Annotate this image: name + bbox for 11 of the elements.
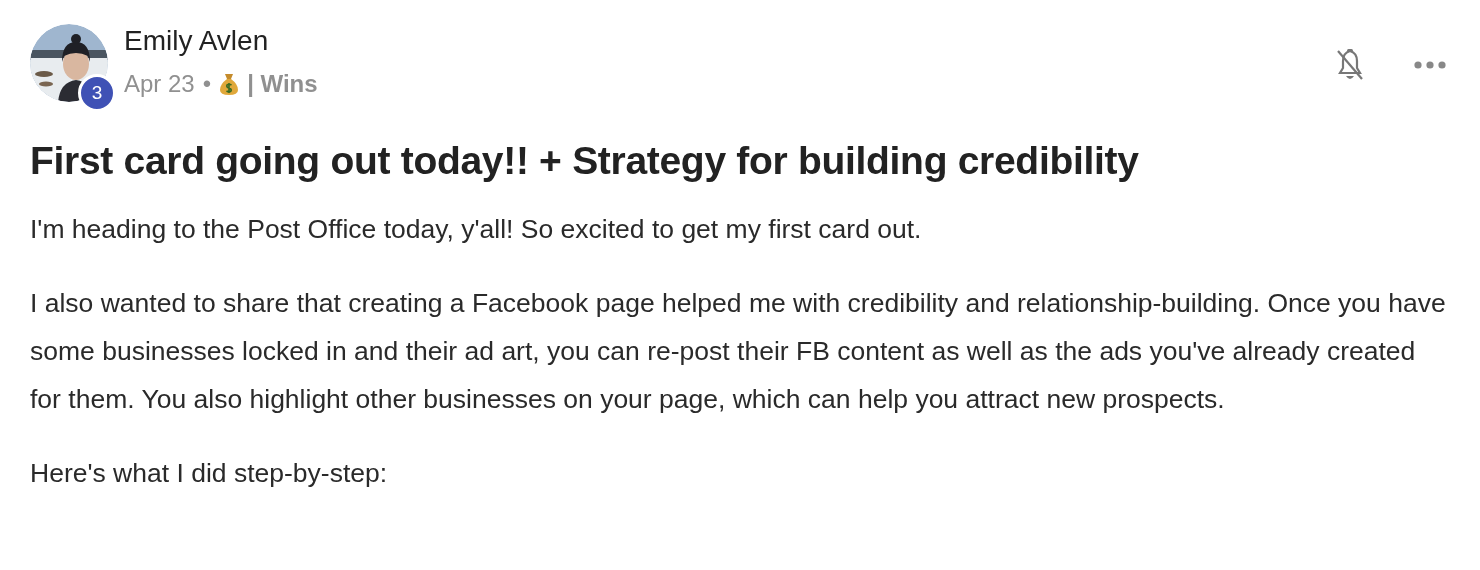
- post-date: Apr 23: [124, 68, 195, 99]
- level-badge: 3: [78, 74, 116, 112]
- author-name[interactable]: Emily Avlen: [124, 24, 318, 58]
- muted-bell-icon[interactable]: [1334, 48, 1366, 82]
- money-bag-icon: [219, 71, 240, 96]
- body-paragraph: Here's what I did step-by-step:: [30, 456, 389, 490]
- body-paragraph: I also wanted to share that creating a Facebook page helped me with credibility and relationship-building. Once you have some businesses locked in and their ad art, you can re-post their FB content as well as the ads you've already created for them. You also highlight other businesses on your page, which can help you attract new prospects.: [30, 286, 1447, 416]
- post-title: First card going out today!! + Strategy for building credibility: [30, 138, 1140, 184]
- more-options-icon[interactable]: [1414, 60, 1446, 70]
- body-paragraph: I'm heading to the Post Office today, y'all! So excited to get my first card out.: [30, 212, 923, 246]
- separator-dot: •: [202, 68, 212, 99]
